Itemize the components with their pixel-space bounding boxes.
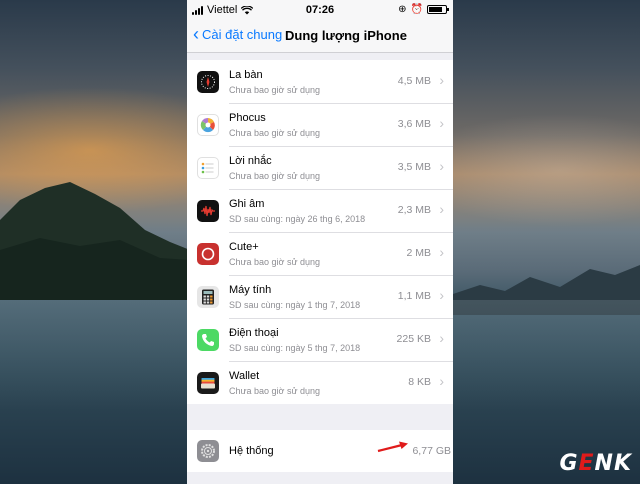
app-name: Máy tính [229, 283, 272, 296]
chevron-right-icon: › [439, 329, 444, 346]
app-size: 2,3 MB [397, 203, 431, 216]
wallet-icon [197, 371, 219, 394]
app-last-used: Chưa bao giờ sử dụng [229, 170, 321, 181]
list-item-body: Phocus Chưa bao giờ sử dụng 3,6 MB › [229, 103, 453, 147]
chevron-right-icon: › [439, 157, 444, 174]
app-name: Ghi âm [229, 197, 265, 210]
app-name: Cute+ [229, 240, 259, 253]
app-size: 3,5 MB [397, 160, 431, 173]
list-item[interactable]: Ghi âm SD sau cùng: ngày 26 thg 6, 2018 … [187, 189, 453, 233]
page-title: Dung lượng iPhone [285, 28, 407, 43]
list-item[interactable]: Máy tính SD sau cùng: ngày 1 thg 7, 2018… [187, 275, 453, 319]
list-item-body: Điện thoại SD sau cùng: ngày 5 thg 7, 20… [229, 318, 453, 362]
app-name: Lời nhắc [229, 154, 272, 167]
back-label: Cài đặt chung [202, 26, 283, 42]
cute-plus-icon [197, 242, 219, 265]
navigation-bar: ‹ Cài đặt chung Dung lượng iPhone [187, 20, 453, 53]
list-item-body: Wallet Chưa bao giờ sử dụng 8 KB › [229, 361, 453, 404]
app-last-used: SD sau cùng: ngày 5 thg 7, 2018 [229, 342, 361, 353]
app-last-used: SD sau cùng: ngày 1 thg 7, 2018 [229, 299, 361, 310]
app-size: 225 KB [396, 332, 431, 345]
status-bar: Viettel 07:26 ⊕ ⏰ [187, 0, 453, 20]
list-item[interactable]: Wallet Chưa bao giờ sử dụng 8 KB › [187, 361, 453, 404]
calculator-icon [197, 285, 219, 308]
battery-fill [429, 7, 442, 12]
list-item-body: Lời nhắc Chưa bao giờ sử dụng 3,5 MB › [229, 146, 453, 190]
app-size: 4,5 MB [397, 74, 431, 87]
list-item-body: Máy tính SD sau cùng: ngày 1 thg 7, 2018… [229, 275, 453, 319]
app-name: Wallet [229, 370, 260, 382]
status-right: ⊕ ⏰ [398, 4, 449, 15]
list-item[interactable]: Phocus Chưa bao giờ sử dụng 3,6 MB › [187, 103, 453, 147]
chevron-right-icon: › [439, 286, 444, 303]
system-size: 6,77 GB [412, 445, 451, 457]
system-row[interactable]: Hệ thống 6,77 GB [187, 430, 453, 472]
list-item-body: Ghi âm SD sau cùng: ngày 26 thg 6, 2018 … [229, 189, 453, 233]
mountains-left [0, 182, 190, 300]
alarm-icon: ⏰ [410, 4, 423, 15]
system-section: Hệ thống 6,77 GB [187, 430, 453, 472]
reminders-icon [197, 156, 219, 179]
app-name: Phocus [229, 111, 266, 124]
genk-watermark: GENK [559, 451, 632, 476]
app-size: 3,6 MB [397, 117, 431, 130]
chevron-right-icon: › [439, 243, 444, 260]
chevron-right-icon: › [439, 114, 444, 131]
gear-icon [197, 440, 219, 462]
list-item-body: Cute+ Chưa bao giờ sử dụng 2 MB › [229, 232, 453, 276]
app-size: 1,1 MB [397, 289, 431, 302]
list-item[interactable]: Cute+ Chưa bao giờ sử dụng 2 MB › [187, 232, 453, 276]
battery-icon [427, 5, 449, 14]
app-name: Điện thoại [229, 326, 279, 339]
chevron-right-icon: › [439, 200, 444, 217]
phone-icon [197, 328, 219, 351]
system-name: Hệ thống [229, 445, 274, 457]
app-name: La bàn [229, 68, 263, 81]
phocus-icon [197, 113, 219, 136]
app-last-used: Chưa bao giờ sử dụng [229, 127, 321, 138]
watermark-e: E [578, 451, 595, 476]
app-list: La bàn Chưa bao giờ sử dụng 4,5 MB › Pho… [187, 60, 453, 404]
voice-memo-icon [197, 199, 219, 222]
chevron-right-icon: › [439, 373, 444, 389]
app-last-used: Chưa bao giờ sử dụng [229, 84, 321, 95]
watermark-g: G [559, 451, 579, 476]
back-button[interactable]: ‹ Cài đặt chung [193, 24, 283, 44]
system-row-body: Hệ thống 6,77 GB [229, 430, 453, 472]
watermark-nk: NK [594, 451, 632, 476]
list-item[interactable]: Điện thoại SD sau cùng: ngày 5 thg 7, 20… [187, 318, 453, 362]
list-item[interactable]: La bàn Chưa bao giờ sử dụng 4,5 MB › [187, 60, 453, 104]
list-item-body: La bàn Chưa bao giờ sử dụng 4,5 MB › [229, 60, 453, 104]
chevron-left-icon: ‹ [193, 24, 199, 44]
app-size: 2 MB [406, 246, 431, 259]
list-item[interactable]: Lời nhắc Chưa bao giờ sử dụng 3,5 MB › [187, 146, 453, 190]
orientation-lock-icon: ⊕ [398, 4, 407, 15]
chevron-right-icon: › [439, 71, 444, 88]
red-arrow-annotation [377, 441, 408, 453]
compass-icon [197, 70, 219, 93]
app-last-used: Chưa bao giờ sử dụng [229, 386, 321, 396]
app-last-used: SD sau cùng: ngày 26 thg 6, 2018 [229, 213, 366, 224]
app-size: 8 KB [408, 376, 431, 388]
phone-screen: Viettel 07:26 ⊕ ⏰ ‹ Cài đặt chung Dung l… [187, 0, 453, 484]
app-last-used: Chưa bao giờ sử dụng [229, 256, 321, 267]
